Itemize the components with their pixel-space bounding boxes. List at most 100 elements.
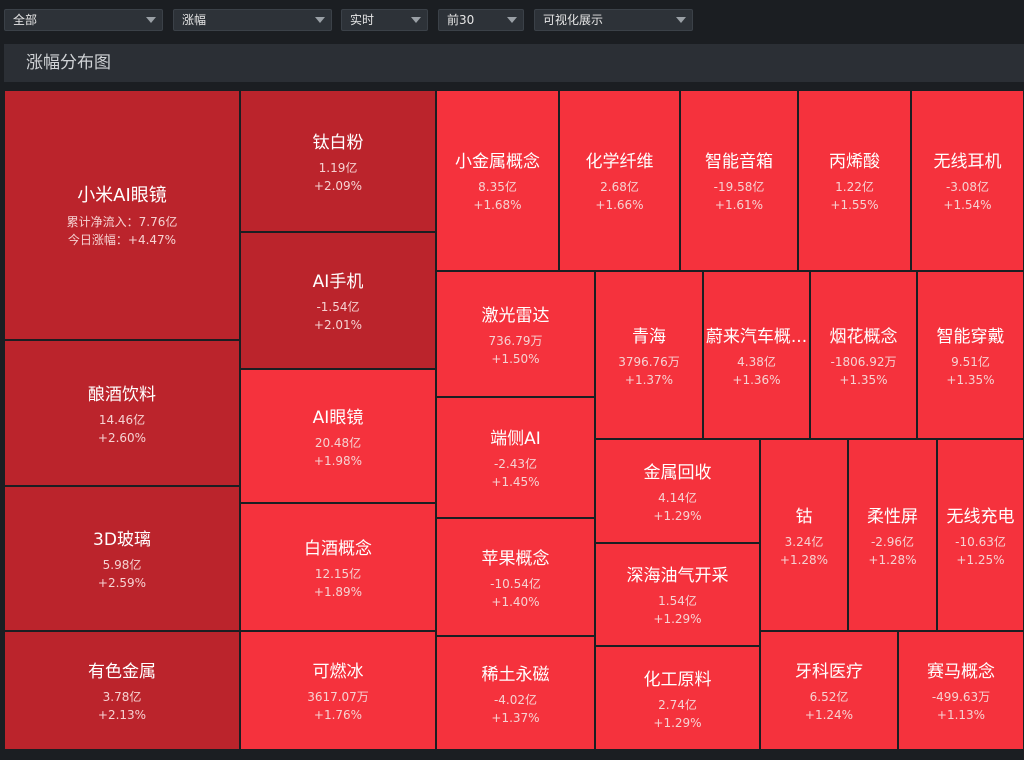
- sector-name: 可燃冰: [312, 662, 364, 682]
- chart-title: 涨幅分布图: [26, 53, 111, 73]
- net-inflow: -1.54亿: [316, 300, 360, 314]
- change-percent: +1.36%: [732, 372, 781, 387]
- net-inflow: -2.96亿: [870, 534, 915, 549]
- change-percent: +1.35%: [946, 372, 995, 387]
- change-percent: +1.98%: [313, 453, 363, 468]
- sector-name: 小米AI眼镜: [77, 185, 167, 206]
- treemap-cell[interactable]: 有色金属 3.78亿 +2.13%: [4, 631, 240, 750]
- filter-toolbar: 全部 涨幅 实时 前30 可视化展示: [0, 0, 1024, 40]
- change-percent: +1.40%: [491, 594, 540, 609]
- change-percent: +1.37%: [624, 372, 674, 387]
- treemap-cell[interactable]: 小金属概念 8.35亿 +1.68%: [436, 90, 559, 271]
- sector-name: 钴: [795, 506, 813, 527]
- change-percent: +1.29%: [653, 612, 702, 626]
- treemap-cell[interactable]: 可燃冰 3617.07万 +1.76%: [240, 631, 436, 750]
- period-select[interactable]: 实时: [341, 9, 428, 31]
- sector-name: 苹果概念: [481, 548, 550, 569]
- net-inflow: 3796.76万: [618, 354, 680, 369]
- treemap-cell[interactable]: 端侧AI -2.43亿 +1.45%: [436, 397, 595, 518]
- sort-select[interactable]: 涨幅: [173, 9, 332, 31]
- period-select-value: 实时: [350, 13, 375, 27]
- sector-name: 智能音箱: [705, 152, 773, 172]
- change-percent: +2.59%: [97, 576, 147, 590]
- net-inflow: 2.68亿: [600, 180, 639, 194]
- net-inflow: 9.51亿: [951, 354, 990, 369]
- change-percent: +1.50%: [491, 351, 540, 366]
- change-percent: +2.60%: [97, 430, 147, 445]
- count-select-value: 前30: [447, 13, 475, 27]
- sector-name: 3D玻璃: [93, 530, 151, 550]
- change-percent: +2.01%: [313, 318, 363, 332]
- chevron-down-icon: [146, 17, 156, 23]
- treemap-cell[interactable]: 烟花概念 -1806.92万 +1.35%: [810, 271, 917, 439]
- treemap-cell[interactable]: 钛白粉 1.19亿 +2.09%: [240, 90, 436, 232]
- treemap-cell[interactable]: 3D玻璃 5.98亿 +2.59%: [4, 486, 240, 631]
- treemap-cell[interactable]: 化工原料 2.74亿 +1.29%: [595, 646, 760, 750]
- change-percent: +1.54%: [943, 198, 992, 212]
- net-inflow: 6.52亿: [809, 690, 849, 704]
- change-percent: +1.45%: [491, 475, 540, 489]
- treemap-cell[interactable]: 青海 3796.76万 +1.37%: [595, 271, 703, 439]
- sector-name: 赛马概念: [927, 662, 995, 682]
- net-inflow: 3.24亿: [784, 534, 824, 549]
- sector-name: 白酒概念: [304, 538, 372, 559]
- chart-header: 涨幅分布图: [4, 44, 1024, 82]
- treemap-cell[interactable]: 赛马概念 -499.63万 +1.13%: [898, 631, 1024, 750]
- treemap-cell[interactable]: 深海油气开采 1.54亿 +1.29%: [595, 543, 760, 646]
- treemap-cell[interactable]: 白酒概念 12.15亿 +1.89%: [240, 503, 436, 631]
- treemap-cell[interactable]: AI手机 -1.54亿 +2.01%: [240, 232, 436, 369]
- net-inflow: 3.78亿: [102, 690, 142, 704]
- sector-name: 钛白粉: [312, 132, 364, 153]
- change-percent: +2.09%: [313, 178, 363, 193]
- treemap-cell[interactable]: 无线耳机 -3.08亿 +1.54%: [911, 90, 1024, 271]
- net-inflow: 5.98亿: [102, 558, 142, 572]
- treemap-cell[interactable]: 丙烯酸 1.22亿 +1.55%: [798, 90, 911, 271]
- sector-name: 蔚来汽车概...: [705, 326, 808, 347]
- treemap-cell[interactable]: 钴 3.24亿 +1.28%: [760, 439, 848, 631]
- sector-name: 化工原料: [643, 669, 712, 690]
- sector-name: 化学纤维: [585, 152, 654, 172]
- treemap: 小米AI眼镜 累计净流入：7.76亿 今日涨幅：+4.47% 钛白粉 1.19亿 +2.0…: [0, 0, 1024, 760]
- net-inflow: -10.63亿: [955, 534, 1006, 549]
- treemap-cell[interactable]: 无线充电 -10.63亿 +1.25%: [937, 439, 1024, 631]
- chevron-down-icon: [676, 17, 686, 23]
- treemap-cell[interactable]: 苹果概念 -10.54亿 +1.40%: [436, 518, 595, 636]
- net-inflow: 1.54亿: [658, 594, 697, 608]
- view-select[interactable]: 可视化展示: [534, 9, 693, 31]
- sector-name: 牙科医疗: [795, 662, 863, 682]
- chevron-down-icon: [411, 17, 421, 23]
- sector-name: 金属回收: [643, 462, 712, 483]
- net-inflow: -4.02亿: [493, 692, 538, 707]
- change-percent: +1.61%: [714, 198, 764, 212]
- change-percent: +1.13%: [936, 708, 986, 722]
- sector-name: 无线充电: [946, 506, 1015, 527]
- treemap-cell[interactable]: 稀土永磁 -4.02亿 +1.37%: [436, 636, 595, 750]
- treemap-cell[interactable]: 金属回收 4.14亿 +1.29%: [595, 439, 760, 543]
- change-percent: +1.24%: [804, 708, 854, 722]
- net-inflow: 2.74亿: [658, 697, 697, 712]
- sort-select-value: 涨幅: [182, 13, 207, 27]
- count-select[interactable]: 前30: [438, 9, 524, 31]
- treemap-cell[interactable]: 柔性屏 -2.96亿 +1.28%: [848, 439, 937, 631]
- change-percent: +1.68%: [473, 198, 522, 212]
- treemap-cell[interactable]: 蔚来汽车概... 4.38亿 +1.36%: [703, 271, 810, 439]
- treemap-cell[interactable]: 牙科医疗 6.52亿 +1.24%: [760, 631, 898, 750]
- treemap-cell[interactable]: AI眼镜 20.48亿 +1.98%: [240, 369, 436, 503]
- market-select[interactable]: 全部: [4, 9, 163, 31]
- treemap-cell[interactable]: 激光雷达 736.79万 +1.50%: [436, 271, 595, 397]
- sector-name: 小金属概念: [455, 152, 540, 172]
- treemap-cell[interactable]: 小米AI眼镜 累计净流入：7.76亿 今日涨幅：+4.47%: [4, 90, 240, 340]
- net-inflow: 12.15亿: [314, 566, 362, 581]
- treemap-cell[interactable]: 酿酒饮料 14.46亿 +2.60%: [4, 340, 240, 486]
- treemap-cell[interactable]: 智能音箱 -19.58亿 +1.61%: [680, 90, 798, 271]
- change-percent: +1.37%: [491, 710, 540, 725]
- net-inflow: -499.63万: [931, 690, 991, 704]
- treemap-cell[interactable]: 智能穿戴 9.51亿 +1.35%: [917, 271, 1024, 439]
- sector-name: 激光雷达: [481, 305, 550, 326]
- sector-name: 稀土永磁: [481, 664, 550, 685]
- treemap-cell[interactable]: 化学纤维 2.68亿 +1.66%: [559, 90, 680, 271]
- net-inflow: 736.79万: [488, 333, 543, 348]
- net-inflow: 20.48亿: [314, 435, 362, 450]
- change-percent: +1.66%: [595, 198, 644, 212]
- change-percent: +1.25%: [956, 552, 1005, 567]
